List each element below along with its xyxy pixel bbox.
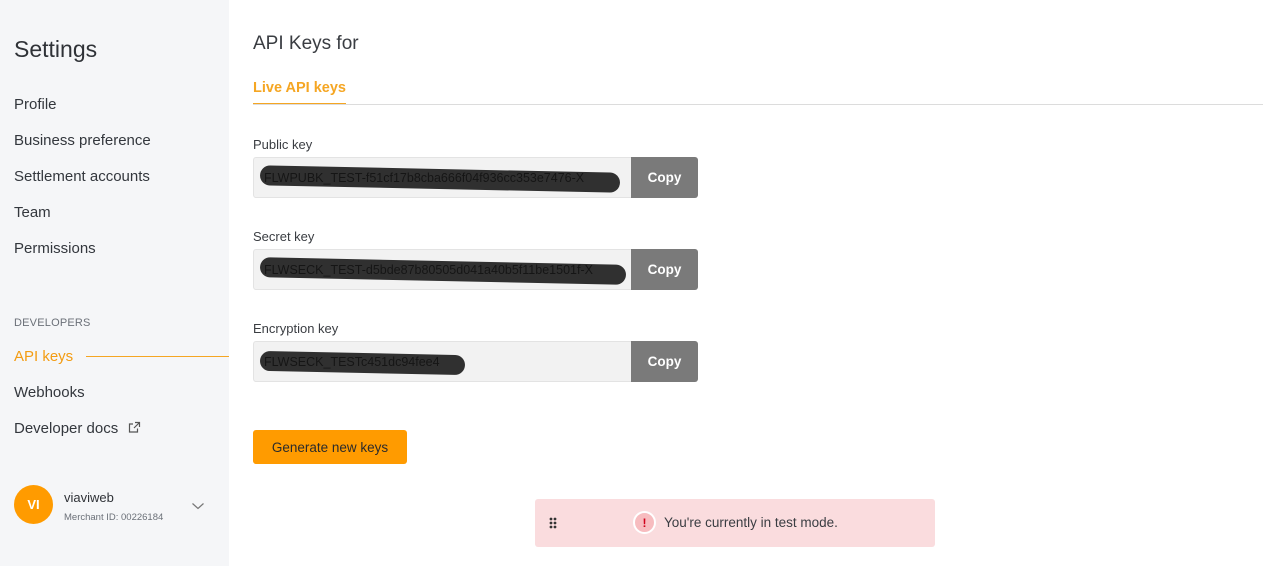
- generate-new-keys-button[interactable]: Generate new keys: [253, 430, 407, 464]
- secret-key-field[interactable]: FLWSECK_TEST-d5bde87b80505d041a40b5f11be…: [253, 249, 632, 290]
- drag-handle-icon[interactable]: [549, 516, 557, 534]
- sidebar-item-api-keys[interactable]: API keys: [14, 348, 73, 365]
- redaction-mark: [259, 350, 466, 376]
- warning-icon: !: [633, 511, 656, 534]
- sidebar-item-business-preference[interactable]: Business preference: [14, 132, 151, 149]
- public-key-label: Public key: [253, 137, 313, 152]
- user-name: viaviweb: [64, 490, 114, 505]
- sidebar-item-team[interactable]: Team: [14, 204, 51, 221]
- sidebar-item-permissions[interactable]: Permissions: [14, 240, 96, 257]
- sidebar-title: Settings: [14, 36, 98, 62]
- sidebar-item-webhooks[interactable]: Webhooks: [14, 384, 85, 401]
- encryption-key-field[interactable]: FLWSECK_TESTc451dc94fee4: [253, 341, 632, 382]
- chevron-down-icon[interactable]: [191, 498, 205, 516]
- copy-encryption-key-button[interactable]: Copy: [631, 341, 698, 382]
- redaction-mark: [259, 165, 621, 193]
- avatar[interactable]: VI: [14, 485, 53, 524]
- developers-section-label: DEVELOPERS: [14, 317, 91, 329]
- redaction-mark: [259, 257, 627, 285]
- secret-key-label: Secret key: [253, 229, 315, 244]
- tab-divider: [253, 104, 1263, 105]
- encryption-key-label: Encryption key: [253, 321, 339, 336]
- external-link-icon: [128, 421, 141, 438]
- tab-live-api-keys[interactable]: Live API keys: [253, 80, 346, 105]
- toast-message: You're currently in test mode.: [664, 515, 838, 530]
- sidebar-item-profile[interactable]: Profile: [14, 96, 57, 113]
- copy-secret-key-button[interactable]: Copy: [631, 249, 698, 290]
- sidebar-item-developer-docs[interactable]: Developer docs: [14, 420, 141, 438]
- sidebar: Settings Profile Business preference Set…: [0, 0, 229, 566]
- test-mode-toast: ! You're currently in test mode.: [535, 499, 935, 547]
- public-key-field[interactable]: FLWPUBK_TEST-f51cf17b8cba666f04f936cc353…: [253, 157, 632, 198]
- page-title: API Keys for: [253, 33, 359, 54]
- copy-public-key-button[interactable]: Copy: [631, 157, 698, 198]
- developer-docs-label: Developer docs: [14, 420, 119, 437]
- sidebar-item-settlement-accounts[interactable]: Settlement accounts: [14, 168, 150, 185]
- active-indicator: [86, 356, 229, 357]
- merchant-id: Merchant ID: 00226184: [64, 512, 164, 523]
